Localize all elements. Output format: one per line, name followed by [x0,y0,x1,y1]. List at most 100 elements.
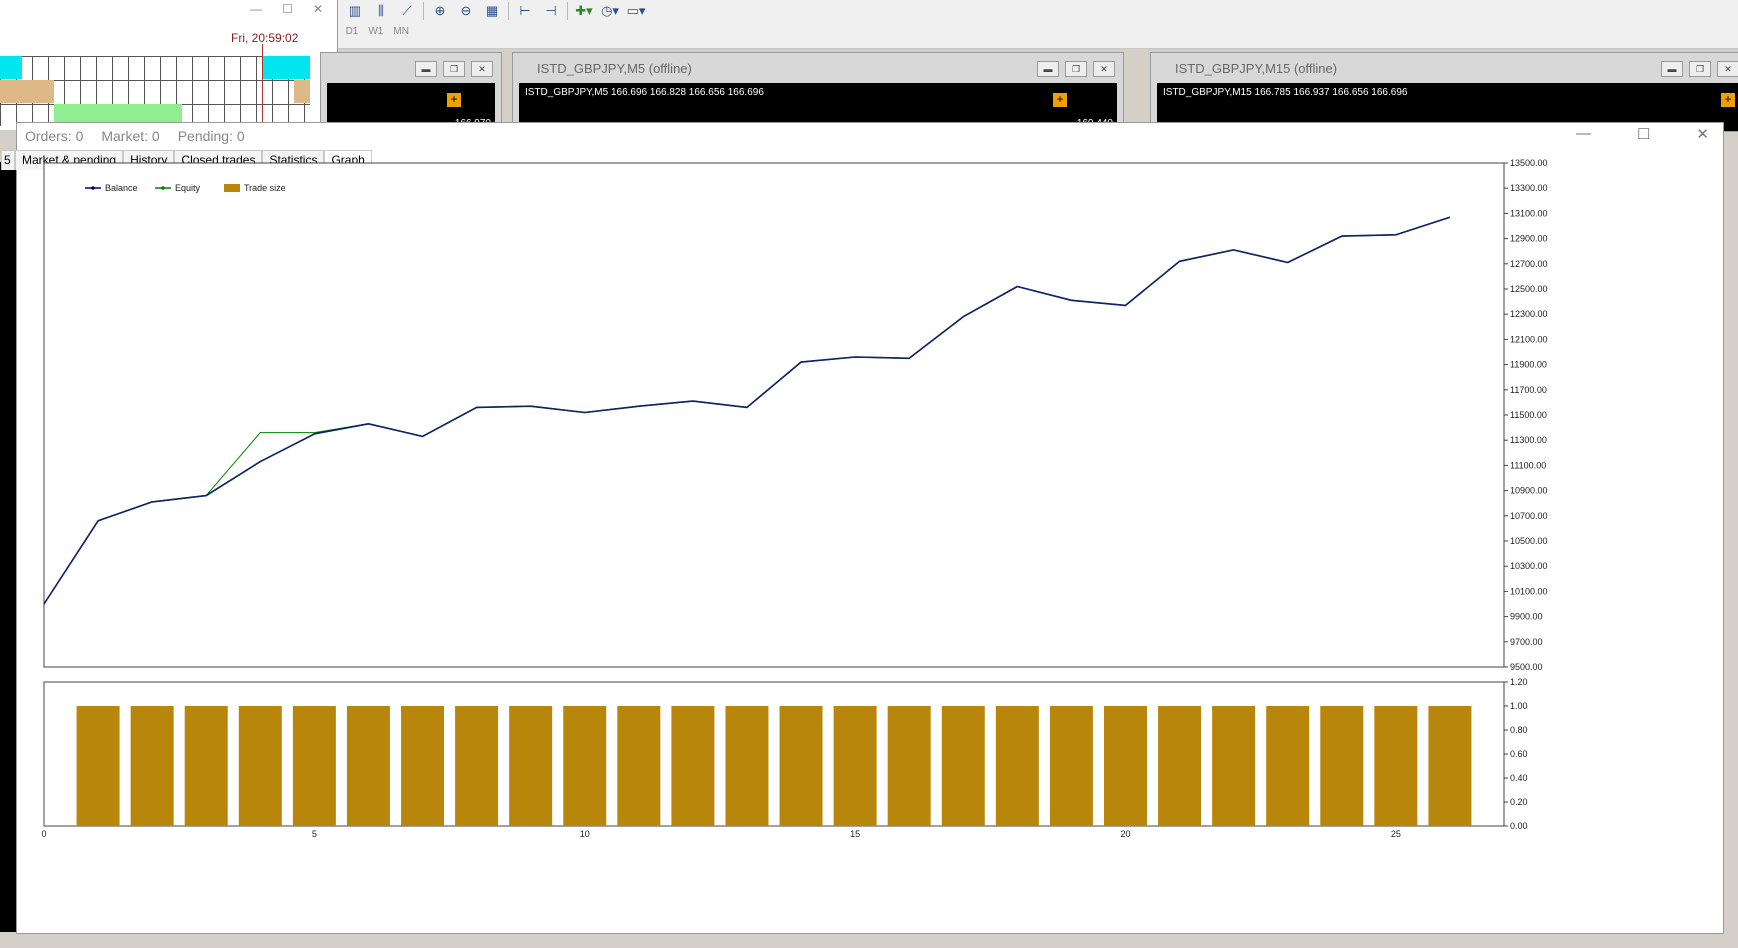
legend-label: Equity [175,183,201,193]
window-title: ISTD_GBPJPY,M15 (offline) [1175,61,1338,76]
window-controls: ▬ ❐ ✕ [415,61,493,77]
trade-size-bar [563,706,607,826]
y-tick-label: 9900.00 [1510,612,1543,622]
window-controls: ▬ ❐ ✕ [1037,61,1115,77]
symbol-line: ISTD_GBPJPY,M5 166.696 166.828 166.656 1… [525,87,764,98]
autoscroll-icon[interactable]: ⊣ [541,2,561,20]
trade-size-bar [671,706,715,826]
y-tick-label: 11100.00 [1510,460,1546,470]
trade-size-bar [130,706,174,826]
bar-chart-icon[interactable]: ▥ [345,2,365,20]
close-icon[interactable]: ✕ [471,61,493,77]
trade-size-bar [1320,706,1364,826]
legend-marker [91,186,95,190]
x-tick-label: 10 [580,829,590,839]
trade-size-bar [238,706,282,826]
periods-icon[interactable]: ◷▾ [600,2,620,20]
timeframe-mn[interactable]: MN [393,26,409,37]
trade-size-bar [1158,706,1202,826]
trade-size-bar [292,706,336,826]
y-tick-label: 12300.00 [1510,309,1548,319]
y-tick-label: 12500.00 [1510,284,1548,294]
trade-size-bar [617,706,661,826]
y-tick-label: 10700.00 [1510,511,1548,521]
chart-shift-icon[interactable]: ⊢ [515,2,535,20]
y-tick-label: 11300.00 [1510,435,1547,445]
market-watch-window: — ☐ ✕ Fri, 20:59:02 [0,0,338,130]
y-tick-label: 0.00 [1510,821,1528,831]
indicators-icon[interactable]: ✚▾ [574,2,594,20]
y-tick-label: 11700.00 [1510,385,1547,395]
minimize-icon[interactable]: — [250,2,262,16]
minimize-icon[interactable]: ▬ [415,61,437,77]
expand-icon[interactable]: + [1721,93,1735,107]
chart-window-m15[interactable]: ISTD_GBPJPY,M15 (offline) ▬ ❐ ✕ ISTD_GBPJP… [1150,52,1738,132]
zoom-out-icon[interactable]: ⊖ [456,2,476,20]
y-tick-label: 9700.00 [1510,637,1543,647]
line-chart-icon[interactable]: ⟋ [397,2,417,20]
trade-size-bar [887,706,931,826]
chart-tabs-bar [0,932,1738,948]
zoom-in-icon[interactable]: ⊕ [430,2,450,20]
trade-size-bar [1428,706,1472,826]
legend-swatch [224,184,240,192]
current-time-line [262,44,263,130]
candlestick-icon[interactable]: ⫼ [371,2,391,20]
trade-size-bar [1212,706,1256,826]
trade-size-bar [1266,706,1310,826]
trade-size-bar [1049,706,1093,826]
toolbar-icons: ▥ ⫼ ⟋ ⊕ ⊖ ▦ ⊢ ⊣ ✚▾ ◷▾ ▭▾ [345,0,646,22]
chart-window-1[interactable]: ▬❐✕ + 166.970 [320,52,502,132]
y-tick-label: 10500.00 [1510,536,1548,546]
y-tick-label: 13300.00 [1510,183,1548,193]
session-grid [0,56,310,126]
y-tick-label: 10100.00 [1510,586,1548,596]
y-tick-label: 11500.00 [1510,410,1547,420]
expand-icon[interactable]: + [447,93,461,107]
equity-chart: 13500.00 13300.00 13100.00 12900.00 12700.00… [41,158,1548,839]
y-tick-label: 0.80 [1510,725,1528,735]
trade-size-bar [941,706,985,826]
legend-label: Trade size [244,183,286,193]
trade-size-bar [779,706,823,826]
tab-lead[interactable]: 5 [1,150,15,170]
market-time: Fri, 20:59:02 [231,31,299,45]
y-tick-label: 10300.00 [1510,561,1548,571]
y-tick-label: 0.60 [1510,749,1528,759]
restore-icon[interactable]: ❐ [1065,61,1087,77]
chart-edge-strip [0,162,16,932]
trade-report-window: Orders: 0 Market: 0 Pending: 0 — ☐ ✕ 5 M… [1,122,1724,934]
trade-size-bar [1374,706,1418,826]
trade-size-bar [833,706,877,826]
trade-size-bar [1103,706,1147,826]
close-icon[interactable]: ✕ [1717,61,1738,77]
expand-icon[interactable]: + [1053,93,1067,107]
close-icon[interactable]: ✕ [313,2,323,16]
close-icon[interactable]: ✕ [1093,61,1115,77]
trade-size-bar [455,706,499,826]
toolbar-divider [508,2,509,20]
minimize-icon[interactable]: ▬ [1661,61,1683,77]
timeframe-d1[interactable]: D1 [346,26,359,37]
maximize-icon[interactable]: ☐ [282,2,293,16]
y-tick-label: 0.40 [1510,773,1528,783]
timeframe-w1[interactable]: W1 [368,26,383,37]
window-title: ISTD_GBPJPY,M5 (offline) [537,61,692,76]
legend-label: Balance [105,183,138,193]
x-tick-label: 0 [41,829,46,839]
legend-marker [161,186,165,190]
minimize-icon[interactable]: ▬ [1037,61,1059,77]
restore-icon[interactable]: ❐ [443,61,465,77]
chart-window-m5[interactable]: ISTD_GBPJPY,M5 (offline) ▬ ❐ ✕ ISTD_GBPJPY… [512,52,1124,132]
restore-icon[interactable]: ❐ [1689,61,1711,77]
y-tick-label: 11900.00 [1510,360,1547,370]
trade-size-bar [401,706,445,826]
x-tick-label: 20 [1120,829,1130,839]
y-tick-label: 1.20 [1510,677,1528,687]
trade-size-bar [725,706,769,826]
trade-size-bar [76,706,120,826]
tile-windows-icon[interactable]: ▦ [482,2,502,20]
templates-icon[interactable]: ▭▾ [626,2,646,20]
trade-size-bar [184,706,228,826]
window-controls: — ☐ ✕ [250,2,337,16]
